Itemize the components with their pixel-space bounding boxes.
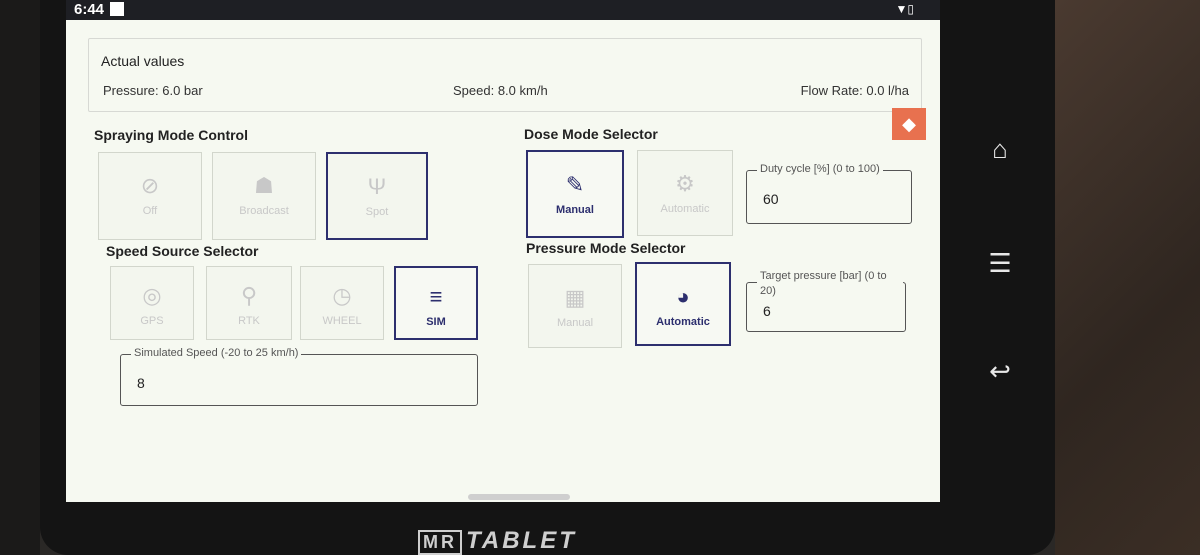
dose-manual-button[interactable]: ✎ Manual xyxy=(526,150,624,238)
spraying-mode-title: Spraying Mode Control xyxy=(94,127,248,143)
pressure-mode-title: Pressure Mode Selector xyxy=(526,240,686,256)
dose-manual-label: Manual xyxy=(556,204,594,216)
target-pressure-value[interactable]: 6 xyxy=(763,303,771,319)
flow-rate-value: Flow Rate: 0.0 l/ha xyxy=(800,83,909,98)
duty-cycle-field[interactable]: Duty cycle [%] (0 to 100) 60 xyxy=(746,163,912,224)
target-pressure-field[interactable]: Target pressure [bar] (0 to 20) 6 xyxy=(746,269,906,332)
spray-spot-label: Spot xyxy=(365,206,389,218)
spray-spot-button[interactable]: Ψ Spot xyxy=(326,152,428,240)
simulated-speed-field[interactable]: Simulated Speed (-20 to 25 km/h) 8 xyxy=(120,347,478,406)
background-right xyxy=(1055,0,1200,555)
speed-gps-button[interactable]: ◎ GPS xyxy=(110,266,194,340)
spray-broadcast-button[interactable]: ☗ Broadcast xyxy=(212,152,316,240)
actual-values-heading: Actual values xyxy=(101,53,185,69)
menu-icon[interactable]: ☰ xyxy=(980,248,1020,279)
block-icon: ⊘ xyxy=(140,173,160,198)
duty-cycle-label: Duty cycle [%] (0 to 100) xyxy=(757,163,883,175)
rtk-icon: ⚲ xyxy=(240,283,258,308)
pressure-automatic-label: Automatic xyxy=(656,316,710,328)
hardware-nav-column: ⌂ ☰ ↩ xyxy=(980,0,1020,555)
pressure-value: Pressure: 6.0 bar xyxy=(103,83,203,98)
simulated-speed-label: Simulated Speed (-20 to 25 km/h) xyxy=(131,347,302,359)
logo-text: TABLET xyxy=(466,527,577,554)
sliders-icon: ≡ xyxy=(429,284,443,309)
logo-badge: MR xyxy=(418,530,462,555)
status-bar: 6:44 ▼▯ xyxy=(66,0,940,20)
speed-source-title: Speed Source Selector xyxy=(106,243,259,259)
broadcast-icon: ☗ xyxy=(254,173,274,198)
gps-icon: ◎ xyxy=(142,283,162,308)
dose-automatic-label: Automatic xyxy=(660,203,710,215)
pressure-manual-label: Manual xyxy=(556,317,594,329)
app-screen: Actual values Pressure: 6.0 bar Speed: 8… xyxy=(66,20,940,502)
back-icon[interactable]: ↩ xyxy=(980,356,1020,387)
wifi-battery-icon: ▼▯ xyxy=(895,2,914,16)
device-logo: MR TABLET xyxy=(418,527,577,555)
speed-sim-label: SIM xyxy=(426,316,446,328)
pencil-icon: ✎ xyxy=(565,172,585,197)
pressure-automatic-button[interactable]: ◕ Automatic xyxy=(635,262,731,346)
gauge-icon: ◕ xyxy=(676,284,690,309)
home-gesture-handle[interactable] xyxy=(468,494,570,500)
speed-rtk-label: RTK xyxy=(238,315,260,327)
spray-off-label: Off xyxy=(142,205,158,217)
speed-wheel-label: WHEEL xyxy=(322,315,362,327)
dose-mode-title: Dose Mode Selector xyxy=(524,126,658,142)
clock: 6:44 xyxy=(74,1,105,18)
simulated-speed-value[interactable]: 8 xyxy=(137,375,145,391)
wheel-icon: ◷ xyxy=(332,283,352,308)
speed-value: Speed: 8.0 km/h xyxy=(453,83,548,98)
speed-rtk-button[interactable]: ⚲ RTK xyxy=(206,266,292,340)
actual-values-panel: Actual values Pressure: 6.0 bar Speed: 8… xyxy=(88,38,922,112)
speed-wheel-button[interactable]: ◷ WHEEL xyxy=(300,266,384,340)
notification-icon xyxy=(110,2,124,16)
dose-automatic-button[interactable]: ⚙ Automatic xyxy=(637,150,733,236)
duty-cycle-value[interactable]: 60 xyxy=(763,191,779,207)
speed-gps-label: GPS xyxy=(140,315,164,327)
spray-broadcast-label: Broadcast xyxy=(239,205,289,217)
speed-sim-button[interactable]: ≡ SIM xyxy=(394,266,478,340)
auto-icon: ⚙ xyxy=(675,171,695,196)
manual-gauge-icon: ▦ xyxy=(564,285,586,310)
pressure-manual-button[interactable]: ▦ Manual xyxy=(528,264,622,348)
diamond-action-button[interactable]: ◆ xyxy=(892,108,926,140)
spot-icon: Ψ xyxy=(367,174,387,199)
home-icon[interactable]: ⌂ xyxy=(980,134,1020,165)
background-left xyxy=(0,0,40,555)
target-pressure-label: Target pressure [bar] (0 to 20) xyxy=(757,269,903,299)
spray-off-button[interactable]: ⊘ Off xyxy=(98,152,202,240)
